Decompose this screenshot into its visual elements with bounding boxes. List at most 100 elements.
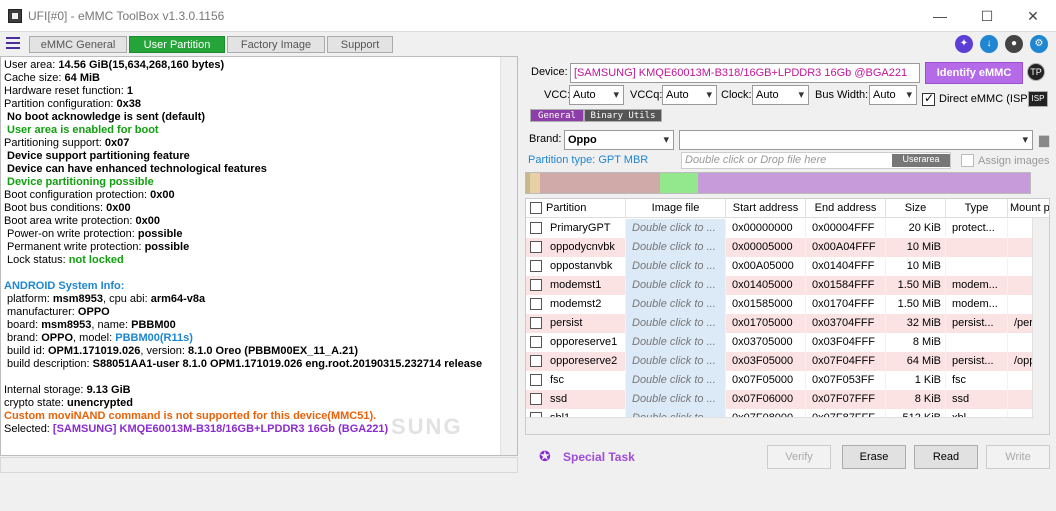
file-path-select[interactable]: [679, 130, 1033, 150]
lock-icon[interactable]: ●: [1005, 35, 1023, 53]
minimize-button[interactable]: —: [917, 0, 963, 32]
table-cell-image[interactable]: Double click to ...: [626, 276, 726, 295]
log-line: User area: 14.56 GiB(15,634,268,160 byte…: [4, 59, 225, 71]
col-partition[interactable]: Partition: [546, 199, 626, 218]
watermark: SUNG: [391, 414, 463, 439]
table-row[interactable]: ssd Double click to ... 0x07F06000 0x07F07F…: [526, 390, 1038, 409]
read-button[interactable]: Read: [914, 445, 978, 469]
table-row[interactable]: opporeserve2 Double click to ... 0x03F0500…: [526, 352, 1038, 371]
direct-emmc-checkbox[interactable]: [922, 91, 935, 106]
col-start-address[interactable]: Start address: [726, 199, 806, 218]
log-line: crypto state: unencrypted: [4, 397, 133, 409]
verify-button[interactable]: Verify: [767, 445, 831, 469]
gear-icon[interactable]: ⚙: [1030, 35, 1048, 53]
table-row[interactable]: oppodycnvbk Double click to ... 0x00005000…: [526, 238, 1038, 257]
col-type[interactable]: Type: [946, 199, 1008, 218]
app-icon: [8, 9, 22, 23]
tab-user-partition[interactable]: User Partition: [129, 36, 225, 53]
clock-select[interactable]: Auto: [752, 85, 809, 105]
row-checkbox[interactable]: [530, 317, 542, 329]
table-cell-image[interactable]: Double click to ...: [626, 238, 726, 257]
tab-support[interactable]: Support: [327, 36, 393, 53]
brand-select[interactable]: Oppo: [564, 130, 674, 150]
table-cell-image[interactable]: Double click to ...: [626, 333, 726, 352]
log-line: Device can have enhanced technological f…: [7, 163, 267, 175]
identify-emmc-button[interactable]: Identify eMMC: [925, 62, 1023, 84]
table-row[interactable]: fsc Double click to ... 0x07F05000 0x07F053…: [526, 371, 1038, 390]
table-cell-image[interactable]: Double click to ...: [626, 295, 726, 314]
assign-images-checkbox[interactable]: [961, 154, 974, 167]
table-row[interactable]: modemst2 Double click to ... 0x01585000 0x0…: [526, 295, 1038, 314]
tab-general[interactable]: General: [530, 109, 584, 122]
row-checkbox[interactable]: [530, 355, 542, 367]
table-cell-image[interactable]: Double click to ...: [626, 314, 726, 333]
table-cell-size: 1 KiB: [886, 371, 946, 390]
log-line: build id: OPM1.171019.026, version: 8.1.…: [7, 345, 359, 357]
table-cell-end: 0x03F04FFF: [806, 333, 886, 352]
close-button[interactable]: ✕: [1010, 0, 1056, 32]
row-checkbox[interactable]: [530, 279, 542, 291]
row-checkbox[interactable]: [530, 241, 542, 253]
bus-width-select[interactable]: Auto: [869, 85, 917, 105]
table-cell-size: 8 MiB: [886, 333, 946, 352]
table-row[interactable]: PrimaryGPT Double click to ... 0x00000000 0…: [526, 219, 1038, 238]
table-cell-name: PrimaryGPT: [546, 219, 626, 238]
row-checkbox[interactable]: [530, 222, 542, 234]
table-row[interactable]: persist Double click to ... 0x01705000 0x03…: [526, 314, 1038, 333]
row-checkbox[interactable]: [530, 393, 542, 405]
select-all-checkbox[interactable]: [530, 202, 542, 214]
write-button[interactable]: Write: [986, 445, 1050, 469]
row-checkbox[interactable]: [530, 336, 542, 348]
table-cell-image[interactable]: Double click to ...: [626, 371, 726, 390]
table-cell-start: 0x07F05000: [726, 371, 806, 390]
special-task-icon[interactable]: ✪: [539, 448, 551, 465]
table-cell-image[interactable]: Double click to ...: [626, 390, 726, 409]
vcc-select[interactable]: Auto: [569, 85, 624, 105]
device-field[interactable]: [SAMSUNG] KMQE60013M-B318/16GB+LPDDR3 16…: [570, 63, 920, 83]
log-horizontal-scrollbar[interactable]: [0, 457, 518, 473]
network-icon[interactable]: ✦: [955, 35, 973, 53]
log-line: Partition configuration: 0x38: [4, 98, 141, 110]
table-cell-image[interactable]: Double click to ...: [626, 352, 726, 371]
partition-map-bar[interactable]: [525, 172, 1031, 194]
menu-icon[interactable]: [6, 37, 20, 49]
table-cell-size: 8 KiB: [886, 390, 946, 409]
row-checkbox[interactable]: [530, 260, 542, 272]
table-cell-end: 0x03704FFF: [806, 314, 886, 333]
table-horizontal-scrollbar[interactable]: [526, 417, 1034, 434]
log-vertical-scrollbar[interactable]: [500, 57, 517, 455]
download-icon[interactable]: ↓: [980, 35, 998, 53]
tab-factory-image[interactable]: Factory Image: [227, 36, 325, 53]
row-checkbox[interactable]: [530, 298, 542, 310]
table-cell-name: modemst1: [546, 276, 626, 295]
col-end-address[interactable]: End address: [806, 199, 886, 218]
table-cell-image[interactable]: Double click to ...: [626, 257, 726, 276]
folder-icon[interactable]: ▆: [1039, 132, 1049, 148]
log-line: Lock status: not locked: [7, 254, 124, 266]
erase-button[interactable]: Erase: [842, 445, 906, 469]
isp-button[interactable]: ISP: [1028, 91, 1048, 107]
table-cell-start: 0x00000000: [726, 219, 806, 238]
row-checkbox[interactable]: [530, 374, 542, 386]
tp-button[interactable]: TP: [1027, 63, 1045, 81]
table-cell-image[interactable]: Double click to ...: [626, 219, 726, 238]
userarea-button[interactable]: Userarea: [892, 154, 950, 167]
table-vertical-scrollbar[interactable]: [1032, 218, 1049, 434]
table-cell-end: 0x00A04FFF: [806, 238, 886, 257]
tab-binary-utils[interactable]: Binary Utils: [584, 109, 662, 122]
col-mount[interactable]: Mount p: [1008, 199, 1049, 218]
table-row[interactable]: oppostanvbk Double click to ... 0x00A05000…: [526, 257, 1038, 276]
table-row[interactable]: opporeserve1 Double click to ... 0x0370500…: [526, 333, 1038, 352]
window-title: UFI[#0] - eMMC ToolBox v1.3.0.1156: [28, 9, 225, 23]
col-size[interactable]: Size: [886, 199, 946, 218]
table-cell-size: 10 MiB: [886, 257, 946, 276]
tab-emmc-general[interactable]: eMMC General: [29, 36, 127, 53]
vccq-select[interactable]: Auto: [662, 85, 717, 105]
special-task-link[interactable]: Special Task: [563, 450, 635, 464]
table-cell-size: 1.50 MiB: [886, 295, 946, 314]
table-cell-start: 0x01585000: [726, 295, 806, 314]
table-cell-type: [946, 333, 1008, 352]
col-image-file[interactable]: Image file: [626, 199, 726, 218]
table-row[interactable]: modemst1 Double click to ... 0x01405000 0x0…: [526, 276, 1038, 295]
maximize-button[interactable]: ☐: [964, 0, 1010, 32]
